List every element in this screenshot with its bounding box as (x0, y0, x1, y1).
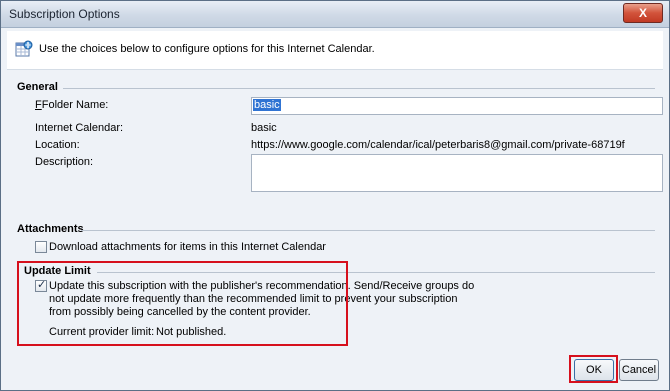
description-label: Description: (35, 156, 94, 168)
dialog-body: General FFolder Name: basic Internet Cal… (7, 73, 663, 385)
ok-highlight (569, 355, 618, 383)
folder-name-label: FFolder Name: (35, 99, 109, 111)
window-title: Subscription Options (9, 7, 120, 21)
download-attachments-checkbox[interactable] (35, 241, 47, 253)
location-label: Location: (35, 139, 80, 151)
title-bar[interactable]: Subscription Options X (1, 1, 669, 28)
calendar-icon (15, 40, 33, 57)
description-input[interactable] (251, 154, 663, 192)
download-attachments-label[interactable]: Download attachments for items in this I… (49, 241, 326, 253)
attachments-header: Attachments (17, 223, 84, 235)
update-limit-highlight (17, 261, 348, 346)
attachments-divider (81, 230, 655, 231)
internet-calendar-label: Internet Calendar: (35, 122, 124, 134)
location-value: https://www.google.com/calendar/ical/pet… (251, 139, 625, 151)
close-icon: X (638, 6, 647, 20)
folder-name-value: basic (253, 99, 281, 111)
folder-name-label-text: Folder Name: (41, 99, 109, 111)
general-header: General (17, 81, 58, 93)
info-panel: Use the choices below to configure optio… (7, 31, 663, 70)
info-text: Use the choices below to configure optio… (39, 43, 375, 55)
internet-calendar-value: basic (251, 122, 277, 134)
general-divider (63, 88, 655, 89)
subscription-options-dialog: Subscription Options X Use the choices b… (0, 0, 670, 391)
close-button[interactable]: X (623, 3, 663, 23)
cancel-button[interactable]: Cancel (619, 359, 659, 381)
folder-name-input[interactable]: basic (251, 97, 663, 115)
